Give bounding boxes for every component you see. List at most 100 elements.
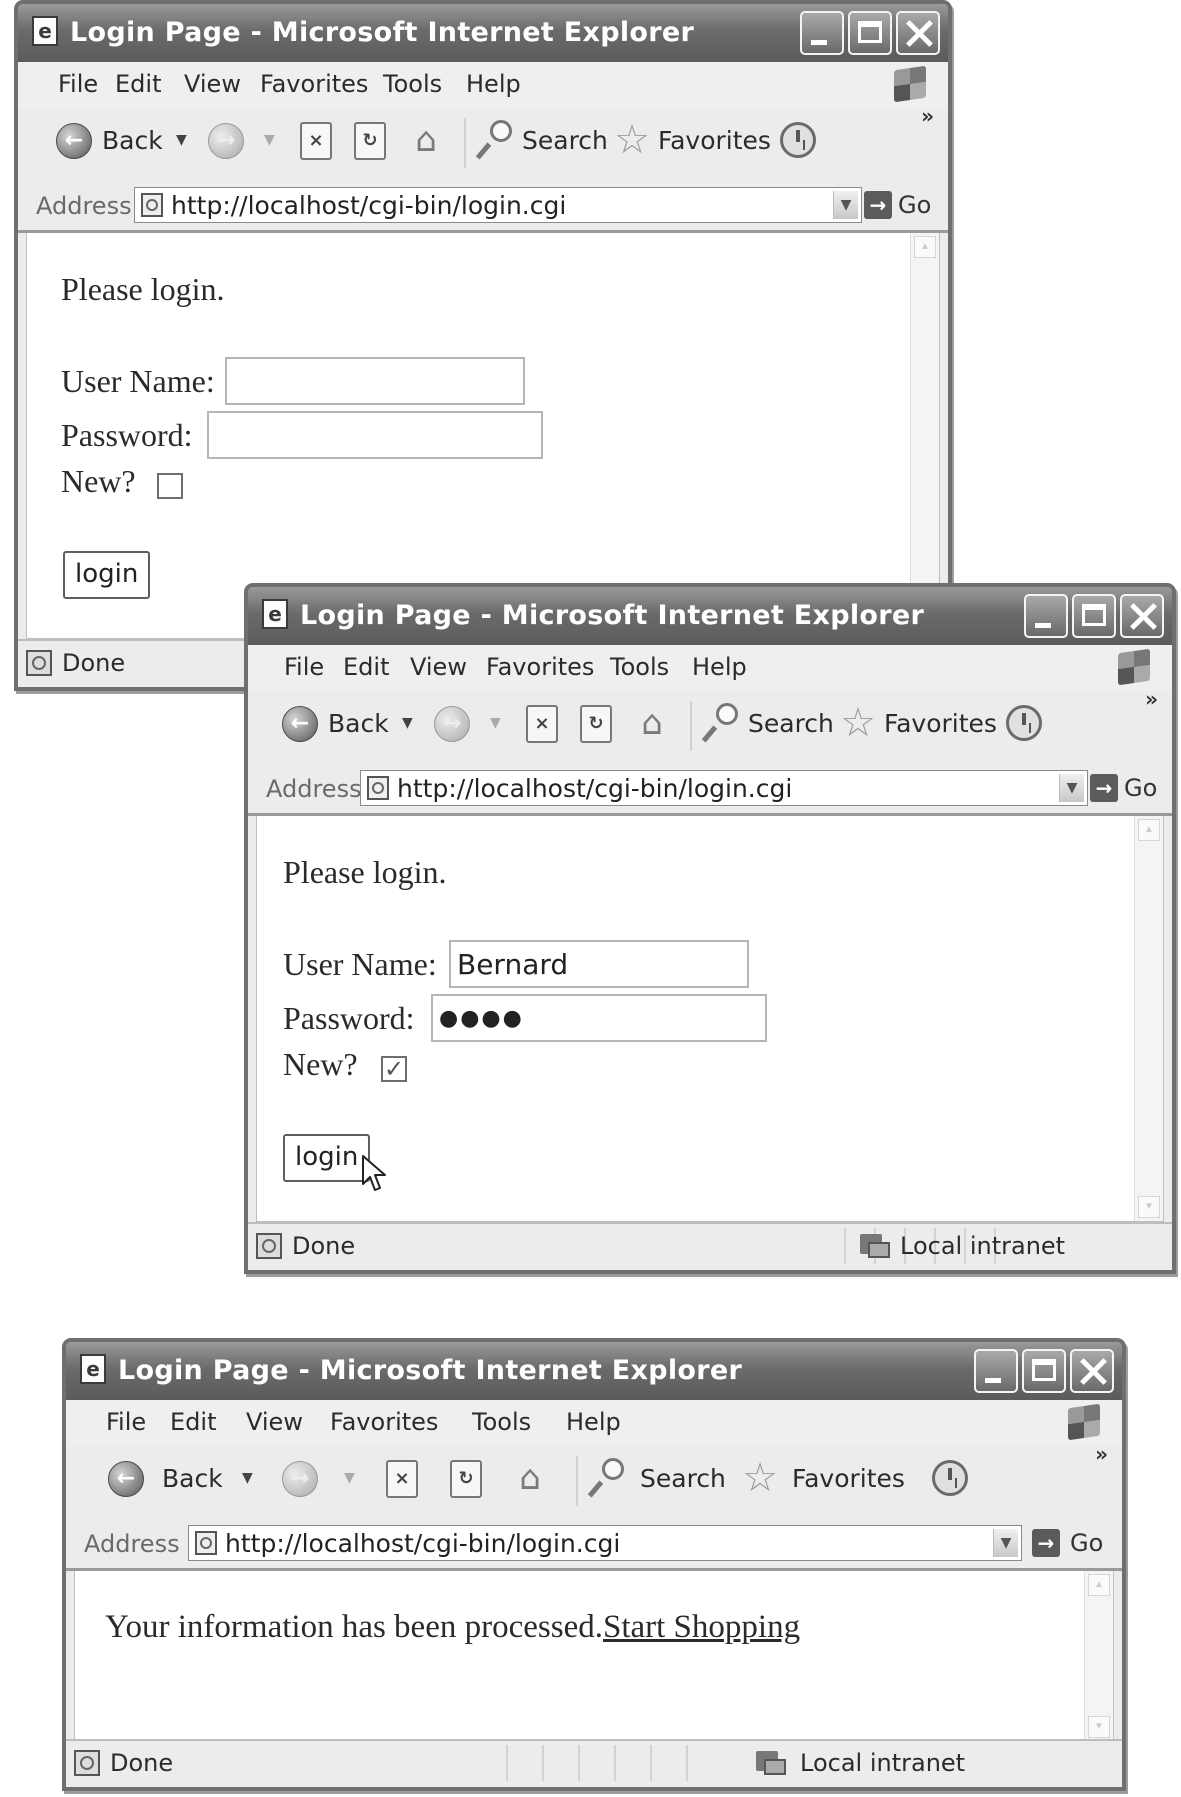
go-arrow-icon[interactable]: → [1090, 774, 1118, 802]
vertical-scrollbar[interactable]: ▲▼ [910, 233, 939, 638]
favorites-button[interactable]: Favorites [884, 709, 997, 738]
password-input[interactable] [207, 411, 543, 459]
search-icon[interactable] [590, 1456, 628, 1500]
search-button[interactable]: Search [522, 126, 608, 155]
menu-favorites[interactable]: Favorites [330, 1408, 438, 1436]
favorites-star-icon[interactable]: ☆ [740, 1456, 780, 1500]
address-dropdown-icon[interactable]: ▼ [1059, 774, 1084, 802]
back-button[interactable]: Back [162, 1464, 223, 1493]
menu-favorites[interactable]: Favorites [486, 653, 594, 681]
search-button[interactable]: Search [748, 709, 834, 738]
new-user-checkbox[interactable] [157, 473, 183, 499]
close-button[interactable] [896, 11, 940, 55]
title-bar[interactable]: e Login Page - Microsoft Internet Explor… [248, 587, 1172, 645]
menu-file[interactable]: File [284, 653, 324, 681]
toolbar-more-chevron[interactable]: » [921, 104, 934, 128]
back-dropdown-icon[interactable]: ▼ [176, 132, 187, 148]
address-input[interactable]: http://localhost/cgi-bin/login.cgi ▼ [188, 1525, 1022, 1561]
refresh-icon[interactable]: ↻ [354, 122, 386, 160]
start-shopping-link[interactable]: Start Shopping [603, 1609, 800, 1645]
menu-file[interactable]: File [58, 70, 98, 98]
address-url[interactable]: http://localhost/cgi-bin/login.cgi [225, 1529, 620, 1558]
search-icon[interactable] [478, 118, 516, 162]
login-button[interactable]: login [283, 1134, 371, 1182]
address-input[interactable]: http://localhost/cgi-bin/login.cgi ▼ [134, 187, 862, 223]
vertical-scrollbar[interactable]: ▲▼ [1134, 816, 1163, 1221]
forward-arrow-icon[interactable]: → [208, 123, 244, 159]
maximize-button[interactable] [1072, 594, 1116, 638]
menu-tools[interactable]: Tools [383, 70, 442, 98]
favorites-button[interactable]: Favorites [792, 1464, 905, 1493]
toolbar-separator [464, 118, 466, 168]
address-dropdown-icon[interactable]: ▼ [993, 1529, 1018, 1557]
go-button[interactable]: Go [898, 191, 931, 219]
refresh-icon[interactable]: ↻ [450, 1460, 482, 1498]
close-button[interactable] [1120, 594, 1164, 638]
forward-dropdown-icon[interactable]: ▼ [344, 1470, 355, 1486]
stop-icon[interactable]: × [300, 122, 332, 160]
title-bar[interactable]: e Login Page - Microsoft Internet Explor… [66, 1342, 1122, 1400]
menu-favorites[interactable]: Favorites [260, 70, 368, 98]
back-dropdown-icon[interactable]: ▼ [402, 715, 413, 731]
back-button[interactable]: Back [102, 126, 163, 155]
toolbar-more-chevron[interactable]: » [1145, 687, 1158, 711]
menu-edit[interactable]: Edit [170, 1408, 216, 1436]
username-input[interactable] [225, 357, 525, 405]
menu-edit[interactable]: Edit [343, 653, 389, 681]
back-arrow-icon[interactable]: ← [282, 706, 318, 742]
maximize-button[interactable] [848, 11, 892, 55]
go-arrow-icon[interactable]: → [864, 191, 892, 219]
close-button[interactable] [1070, 1349, 1114, 1393]
menu-tools[interactable]: Tools [472, 1408, 531, 1436]
home-icon[interactable]: ⌂ [510, 1458, 550, 1498]
vertical-scrollbar[interactable]: ▲▼ [1084, 1571, 1113, 1741]
password-input[interactable]: ●●●● [431, 994, 767, 1042]
forward-arrow-icon[interactable]: → [434, 706, 470, 742]
minimize-button[interactable] [974, 1349, 1018, 1393]
back-dropdown-icon[interactable]: ▼ [242, 1470, 253, 1486]
favorites-star-icon[interactable]: ☆ [612, 118, 652, 162]
title-bar[interactable]: e Login Page - Microsoft Internet Explor… [18, 4, 948, 62]
favorites-button[interactable]: Favorites [658, 126, 771, 155]
search-button[interactable]: Search [640, 1464, 726, 1493]
login-button[interactable]: login [63, 551, 151, 599]
address-url[interactable]: http://localhost/cgi-bin/login.cgi [171, 191, 566, 220]
forward-dropdown-icon[interactable]: ▼ [264, 132, 275, 148]
minimize-button[interactable] [1024, 594, 1068, 638]
menu-view[interactable]: View [246, 1408, 303, 1436]
back-arrow-icon[interactable]: ← [56, 123, 92, 159]
menu-edit[interactable]: Edit [115, 70, 161, 98]
go-button[interactable]: Go [1070, 1529, 1103, 1557]
menu-help[interactable]: Help [466, 70, 521, 98]
address-input[interactable]: http://localhost/cgi-bin/login.cgi ▼ [360, 770, 1088, 806]
menu-view[interactable]: View [410, 653, 467, 681]
minimize-button[interactable] [800, 11, 844, 55]
back-button[interactable]: Back [328, 709, 389, 738]
address-dropdown-icon[interactable]: ▼ [833, 191, 858, 219]
refresh-icon[interactable]: ↻ [580, 705, 612, 743]
go-arrow-icon[interactable]: → [1032, 1529, 1060, 1557]
menu-view[interactable]: View [184, 70, 241, 98]
stop-icon[interactable]: × [526, 705, 558, 743]
new-user-checkbox[interactable]: ✓ [381, 1056, 407, 1082]
username-input[interactable]: Bernard [449, 940, 749, 988]
menu-help[interactable]: Help [566, 1408, 621, 1436]
toolbar-more-chevron[interactable]: » [1095, 1442, 1108, 1466]
favorites-star-icon[interactable]: ☆ [838, 701, 878, 745]
history-icon[interactable] [932, 1460, 968, 1496]
back-arrow-icon[interactable]: ← [108, 1461, 144, 1497]
search-icon[interactable] [704, 701, 742, 745]
menu-file[interactable]: File [106, 1408, 146, 1436]
history-icon[interactable] [1006, 705, 1042, 741]
menu-help[interactable]: Help [692, 653, 747, 681]
forward-dropdown-icon[interactable]: ▼ [490, 715, 501, 731]
maximize-button[interactable] [1022, 1349, 1066, 1393]
menu-tools[interactable]: Tools [610, 653, 669, 681]
home-icon[interactable]: ⌂ [406, 120, 446, 160]
home-icon[interactable]: ⌂ [632, 703, 672, 743]
address-url[interactable]: http://localhost/cgi-bin/login.cgi [397, 774, 792, 803]
history-icon[interactable] [780, 122, 816, 158]
forward-arrow-icon[interactable]: → [282, 1461, 318, 1497]
stop-icon[interactable]: × [386, 1460, 418, 1498]
go-button[interactable]: Go [1124, 774, 1157, 802]
